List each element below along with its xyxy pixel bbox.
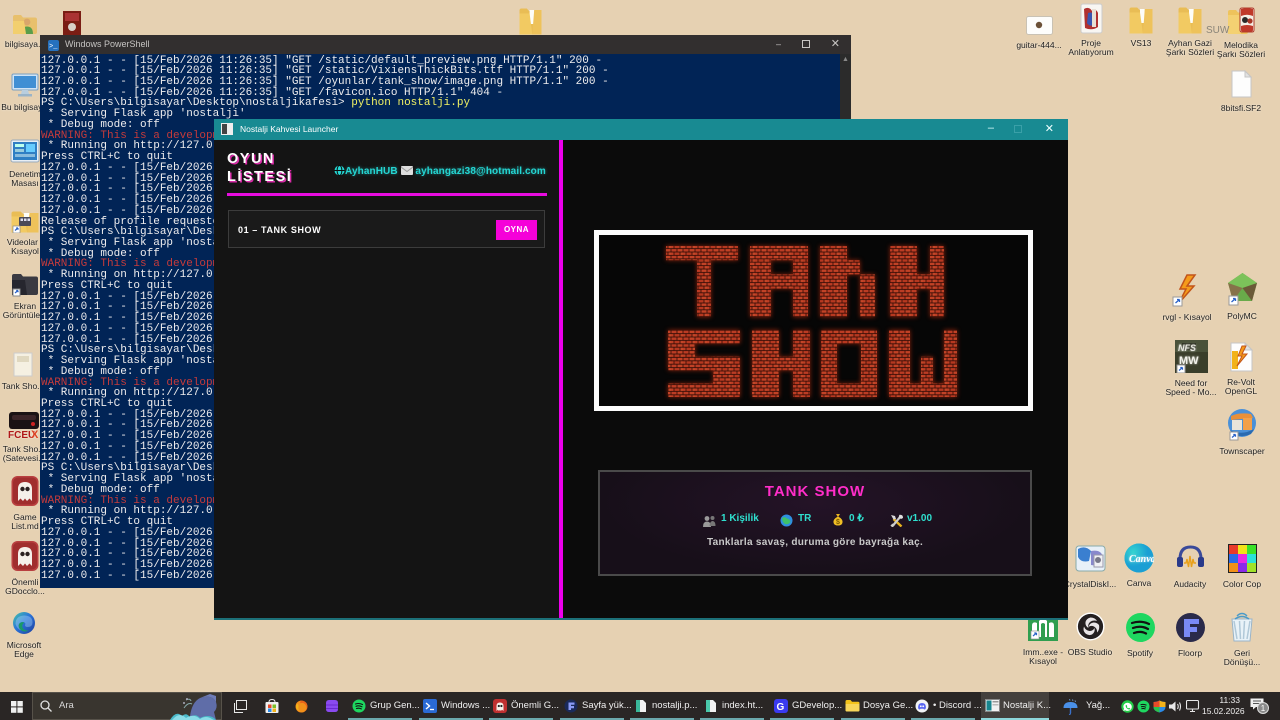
svg-text:G: G <box>777 702 785 713</box>
svg-text:$: $ <box>836 519 840 526</box>
svg-text:>_: >_ <box>49 43 58 51</box>
svg-text:Canva: Canva <box>1129 554 1154 565</box>
svg-text:X: X <box>31 429 39 439</box>
svg-text:NFS: NFS <box>1178 343 1196 353</box>
